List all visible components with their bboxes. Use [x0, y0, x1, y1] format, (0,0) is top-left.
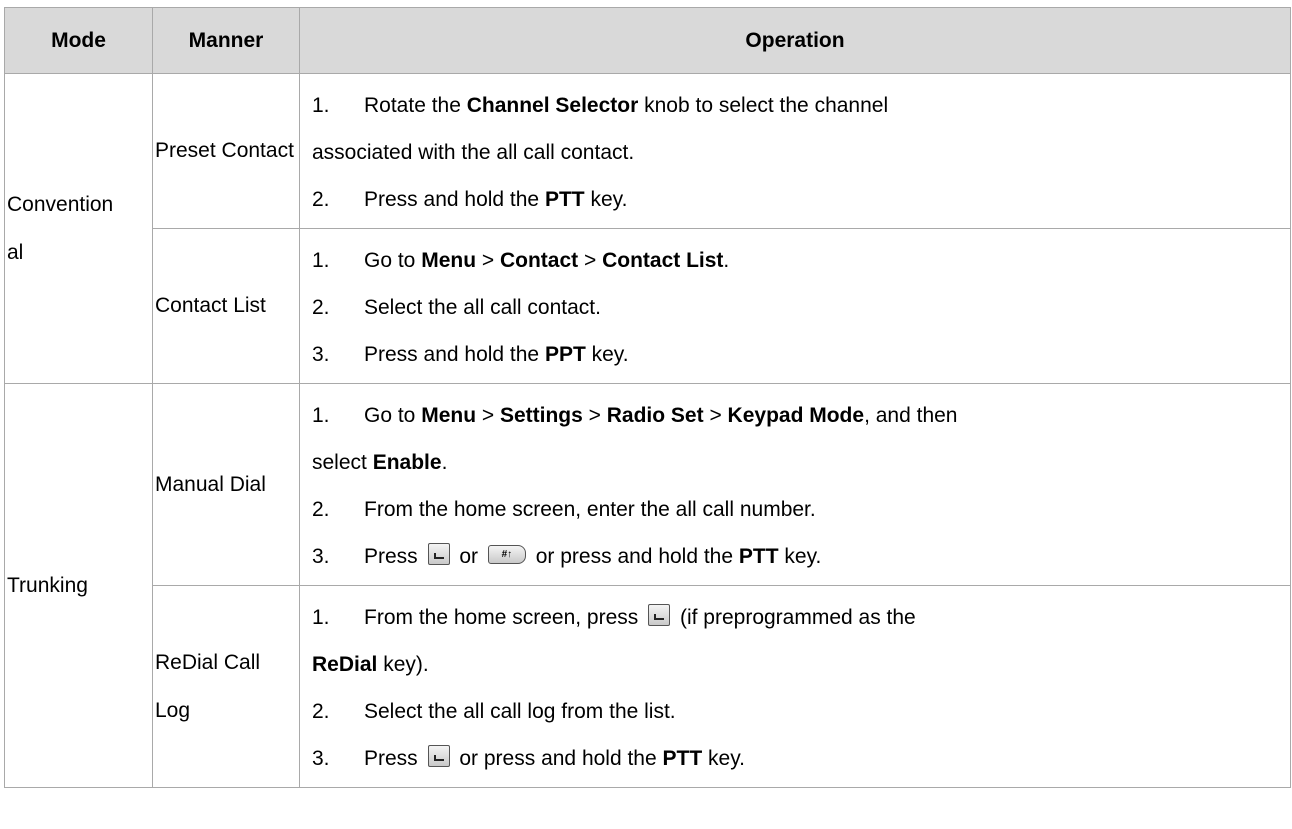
- operation-table: Mode Manner Operation Convention al Pres…: [4, 7, 1291, 788]
- send-softkey-icon: [427, 543, 450, 566]
- step-line: 2. From the home screen, enter the all ca…: [312, 498, 816, 521]
- step-line: 3. Press or #↑ or press and hold the PTT …: [312, 543, 822, 568]
- table-row: ReDial Call Log 1. From the home screen, …: [5, 585, 1291, 788]
- operation-preset-contact: 1. Rotate the Channel Selector knob to se…: [299, 73, 1291, 229]
- step-line: 3. Press or press and hold the PTT key.: [312, 745, 745, 770]
- send-softkey-icon: [648, 604, 671, 627]
- step-line: ReDial key).: [312, 653, 429, 676]
- mode-cell-trunking: Trunking: [4, 383, 153, 788]
- table-row: Contact List 1. Go to Menu > Contact > Co…: [5, 228, 1291, 384]
- step-line: 1. Go to Menu > Contact > Contact List.: [312, 249, 730, 272]
- header-row: Mode Manner Operation: [4, 7, 1291, 74]
- hash-key-icon: #↑: [487, 544, 526, 564]
- operation-redial-call-log: 1. From the home screen, press (if prepro…: [299, 585, 1291, 788]
- header-manner: Manner: [152, 7, 300, 74]
- manner-manual-dial: Manual Dial: [152, 383, 300, 586]
- step-line: 1. Rotate the Channel Selector knob to se…: [312, 94, 889, 117]
- mode-label-line: Convention: [7, 192, 114, 216]
- step-line: 2. Select the all call log from the list.: [312, 700, 676, 723]
- header-mode: Mode: [4, 7, 153, 74]
- step-line: 1. From the home screen, press (if prepro…: [312, 604, 916, 629]
- step-line: 2. Select the all call contact.: [312, 296, 601, 319]
- step-line: 3. Press and hold the PPT key.: [312, 343, 629, 366]
- step-line: 1. Go to Menu > Settings > Radio Set > Ke…: [312, 404, 958, 427]
- header-operation: Operation: [299, 7, 1291, 74]
- step-line: 2. Press and hold the PTT key.: [312, 188, 628, 211]
- step-line: associated with the all call contact.: [312, 141, 635, 164]
- mode-label-line: al: [7, 240, 24, 264]
- operation-contact-list: 1. Go to Menu > Contact > Contact List. 2…: [299, 228, 1291, 384]
- step-line: select Enable.: [312, 451, 448, 474]
- manner-contact-list: Contact List: [152, 228, 300, 384]
- manner-redial-call-log: ReDial Call Log: [152, 585, 300, 788]
- table-row: Convention al Preset Contact 1. Rotate th…: [4, 73, 1291, 384]
- operation-manual-dial: 1. Go to Menu > Settings > Radio Set > Ke…: [299, 383, 1291, 586]
- send-softkey-icon: [427, 745, 450, 768]
- manner-preset-contact: Preset Contact: [152, 73, 300, 229]
- mode-cell-conventional: Convention al: [4, 73, 153, 384]
- table-row: Trunking Manual Dial 1. Go to Menu > Sett…: [4, 383, 1291, 788]
